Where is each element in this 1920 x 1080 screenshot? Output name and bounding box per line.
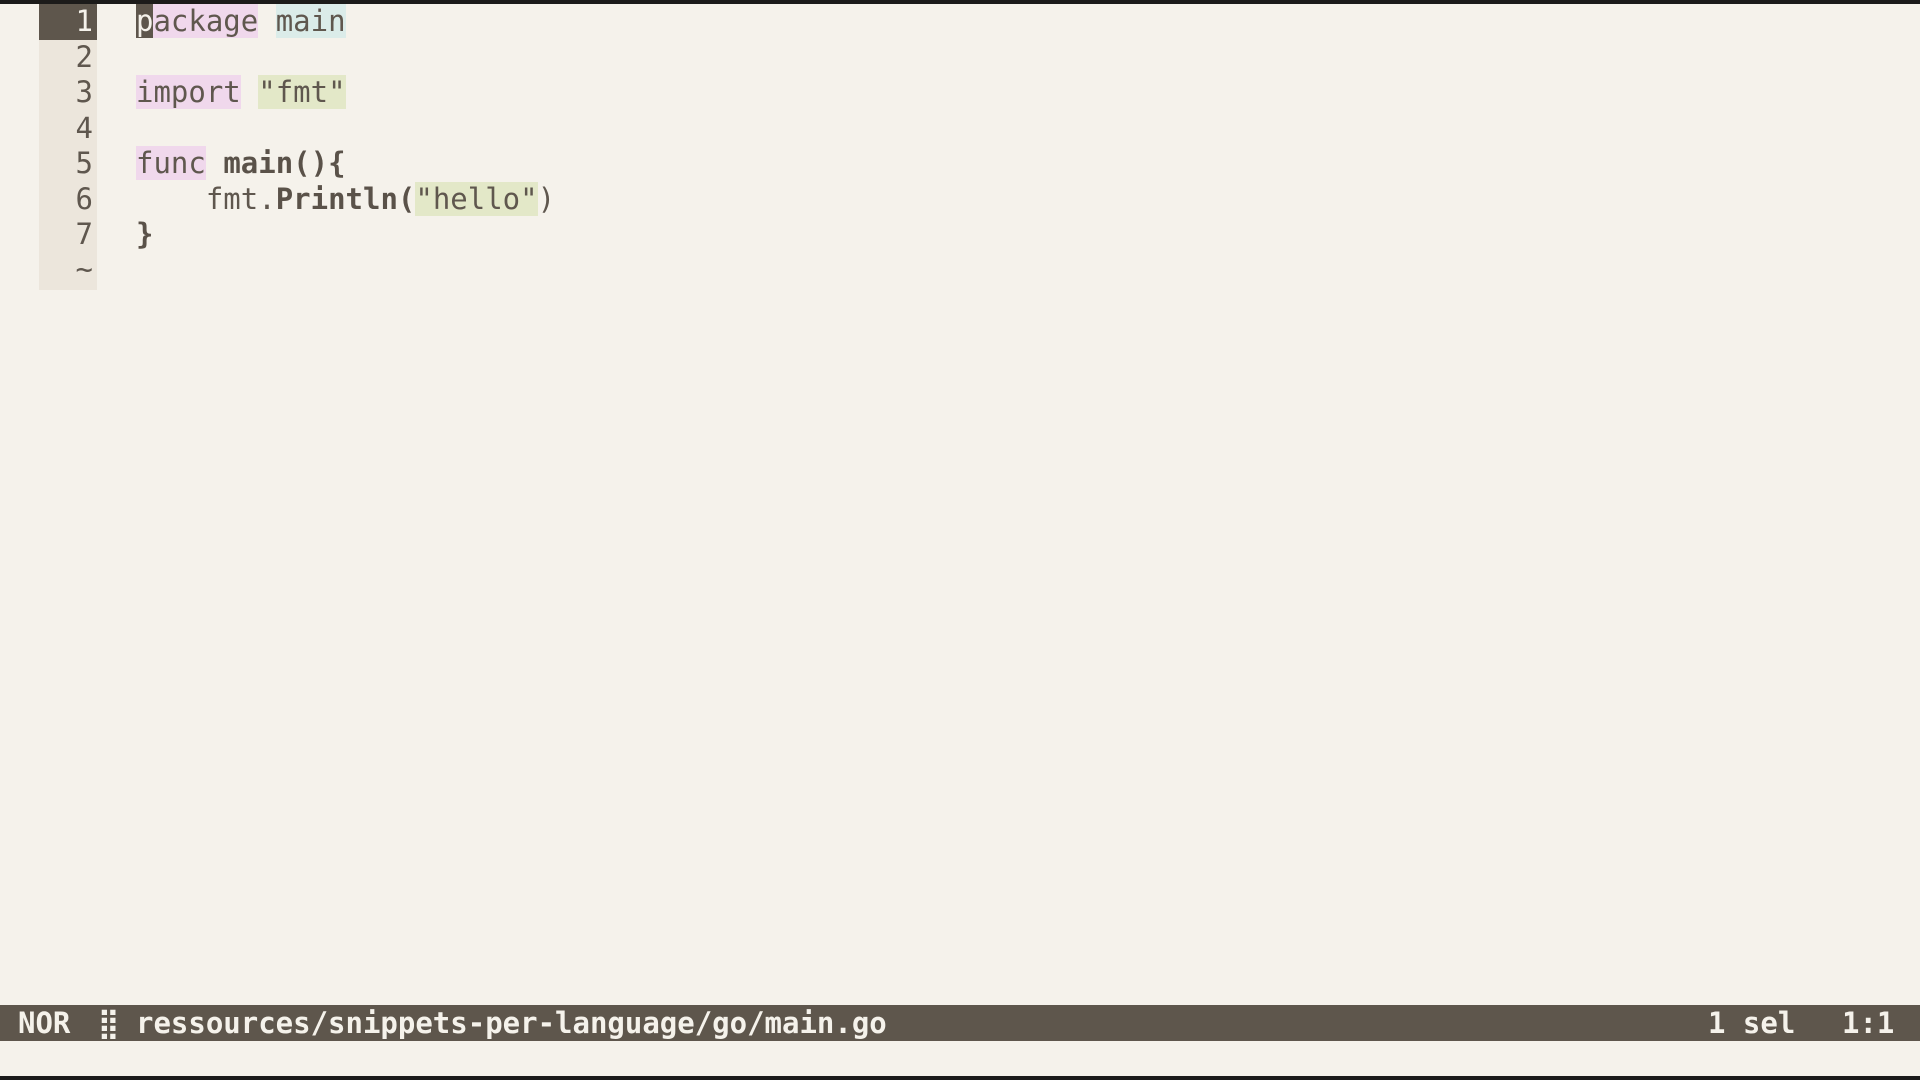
line-number-1: 1 [39,4,97,40]
method-call: Println [275,181,398,216]
status-bar: NOR ⣿ ressources/snippets-per-language/g… [0,1005,1920,1041]
keyword-func: func [136,146,206,180]
line-number-3: 3 [75,75,93,109]
code-line-3[interactable]: import "fmt" [136,75,346,111]
file-path: ressources/snippets-per-language/go/main… [136,1006,887,1040]
string-literal: "hello" [415,181,538,216]
line-number-2: 2 [75,39,93,74]
import-path-string: "fmt" [258,75,346,109]
package-name: main [275,4,346,38]
editor-pane[interactable]: 1 2 3 4 5 6 7 ~ package main import "fmt… [0,4,1920,1076]
function-parens: (){ [293,146,346,180]
empty-line-marker: ~ [75,252,93,286]
braille-spinner-icon: ⣿ [98,1006,120,1040]
code-line-5[interactable]: func main(){ [136,146,346,182]
package-reference: fmt. [205,181,276,216]
keyword-import: import [136,75,241,109]
closing-brace: } [136,217,154,251]
line-number-4: 4 [75,110,93,145]
code-line-1[interactable]: package main [136,4,346,40]
text-cursor: p [136,4,154,38]
line-number-6: 6 [75,181,93,216]
function-name: main [223,146,294,180]
line-number-5: 5 [75,146,93,180]
line-number-7: 7 [75,217,93,251]
keyword-package: package [136,4,259,38]
code-line-7[interactable]: } [136,217,153,253]
mode-indicator: NOR [18,1006,71,1040]
line-number-gutter: 1 2 3 4 5 6 7 ~ [39,4,97,290]
code-line-6[interactable]: fmt.Println("hello") [136,181,555,218]
cursor-position: 1:1 [1842,1006,1895,1040]
selection-count: 1 sel [1708,1006,1796,1040]
